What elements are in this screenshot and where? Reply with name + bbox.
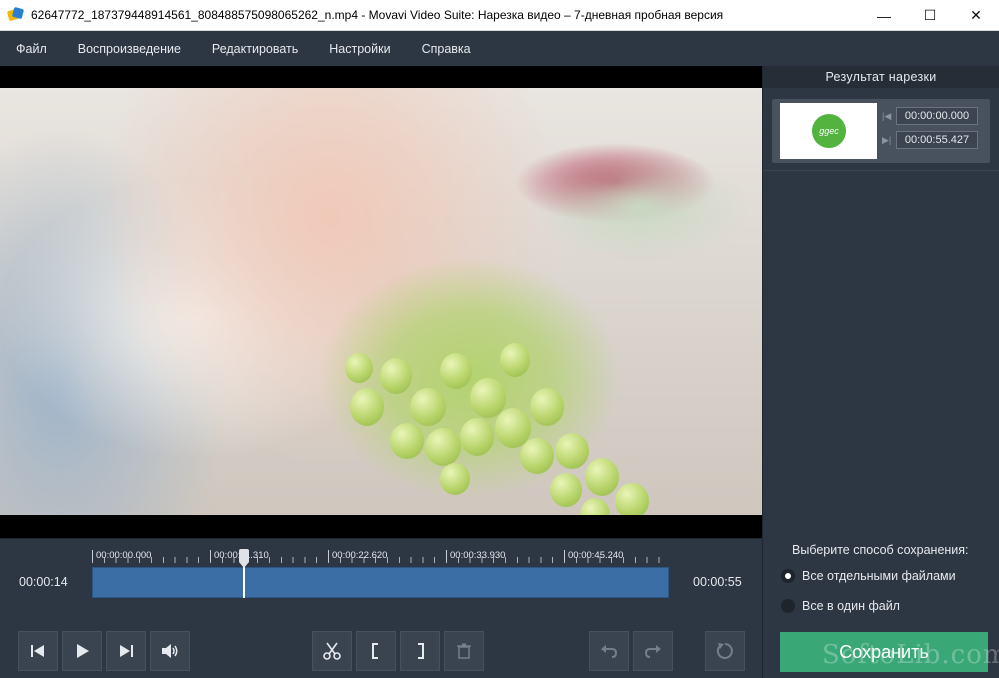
current-time: 00:00:14 — [19, 575, 68, 589]
option-label: Все отдельными файлами — [802, 569, 956, 583]
radio-selected-icon[interactable] — [781, 569, 795, 583]
clip-thumbnail: ggec — [780, 103, 877, 159]
maximize-button[interactable]: ☐ — [907, 0, 953, 31]
clip-end-time[interactable]: 00:00:55.427 — [896, 131, 978, 149]
prev-frame-button[interactable] — [18, 631, 58, 671]
clip-item[interactable]: ggec |◀ 00:00:00.000 ▶| 00:00:55.427 — [772, 99, 990, 163]
tick-label: 00:00:00.000 — [92, 550, 151, 562]
clip-start-icon: |◀ — [882, 110, 892, 121]
window-controls: — ☐ ✕ — [861, 0, 999, 31]
cut-button[interactable] — [312, 631, 352, 671]
menu-edit[interactable]: Редактировать — [212, 42, 298, 56]
save-caption: Выберите способ сохранения: — [792, 543, 969, 557]
clip-logo: ggec — [812, 114, 846, 148]
cut-results-panel: Результат нарезки ggec |◀ 00:00:00.000 ▶… — [762, 66, 999, 538]
save-options-panel: Выберите способ сохранения: Все отдельны… — [762, 538, 999, 678]
window-title: 62647772_187379448914561_808488575098065… — [31, 8, 724, 22]
minimize-button[interactable]: — — [861, 0, 907, 31]
total-time: 00:00:55 — [693, 575, 742, 589]
speaker-icon — [162, 644, 178, 658]
play-button[interactable] — [62, 631, 102, 671]
clip-end-icon: ▶| — [882, 134, 892, 145]
menu-settings[interactable]: Настройки — [329, 42, 390, 56]
next-frame-button[interactable] — [106, 631, 146, 671]
video-frame — [0, 88, 762, 515]
undo-button[interactable] — [589, 631, 629, 671]
control-bar — [0, 620, 762, 678]
option-single-file[interactable]: Все в один файл — [781, 599, 900, 613]
window-titlebar: 62647772_187379448914561_808488575098065… — [0, 0, 999, 31]
menu-help[interactable]: Справка — [422, 42, 471, 56]
option-separate-files[interactable]: Все отдельными файлами — [781, 569, 956, 583]
volume-button[interactable] — [150, 631, 190, 671]
delete-button[interactable] — [444, 631, 484, 671]
clip-times: |◀ 00:00:00.000 ▶| 00:00:55.427 — [882, 107, 978, 155]
movavi-app-icon — [6, 6, 25, 23]
redo-icon — [644, 645, 661, 658]
redo-button[interactable] — [633, 631, 673, 671]
undo-icon — [601, 645, 618, 658]
menu-file[interactable]: Файл — [16, 42, 47, 56]
video-preview[interactable] — [0, 66, 762, 538]
skip-forward-icon — [120, 645, 133, 657]
mark-out-button[interactable] — [400, 631, 440, 671]
close-button[interactable]: ✕ — [953, 0, 999, 31]
time-ruler[interactable]: 00:00:00.000 00:00:11.310 00:00:22.620 0… — [92, 549, 670, 567]
timeline: 00:00:14 00:00:00.000 00:00:11.310 00:00… — [0, 538, 762, 620]
skip-back-icon — [31, 645, 44, 657]
reset-icon — [716, 643, 733, 659]
tick-label: 00:00:45.240 — [564, 550, 623, 562]
scissors-icon — [323, 642, 341, 660]
panel-divider — [763, 170, 999, 171]
playhead-handle[interactable] — [239, 549, 249, 568]
radio-unselected-icon[interactable] — [781, 599, 795, 613]
panel-title: Результат нарезки — [763, 66, 999, 88]
menu-playback[interactable]: Воспроизведение — [78, 42, 181, 56]
trash-icon — [457, 643, 471, 659]
mark-in-button[interactable] — [356, 631, 396, 671]
tick-label: 00:00:22.620 — [328, 550, 387, 562]
bracket-right-icon — [418, 643, 424, 659]
option-label: Все в один файл — [802, 599, 900, 613]
play-icon — [77, 644, 89, 658]
menu-bar: Файл Воспроизведение Редактировать Настр… — [0, 31, 999, 66]
reset-button[interactable] — [705, 631, 745, 671]
save-button[interactable]: Сохранить — [780, 632, 988, 672]
bracket-left-icon — [372, 643, 378, 659]
video-track[interactable] — [92, 567, 669, 598]
tick-label: 00:00:33.930 — [446, 550, 505, 562]
clip-start-time[interactable]: 00:00:00.000 — [896, 107, 978, 125]
